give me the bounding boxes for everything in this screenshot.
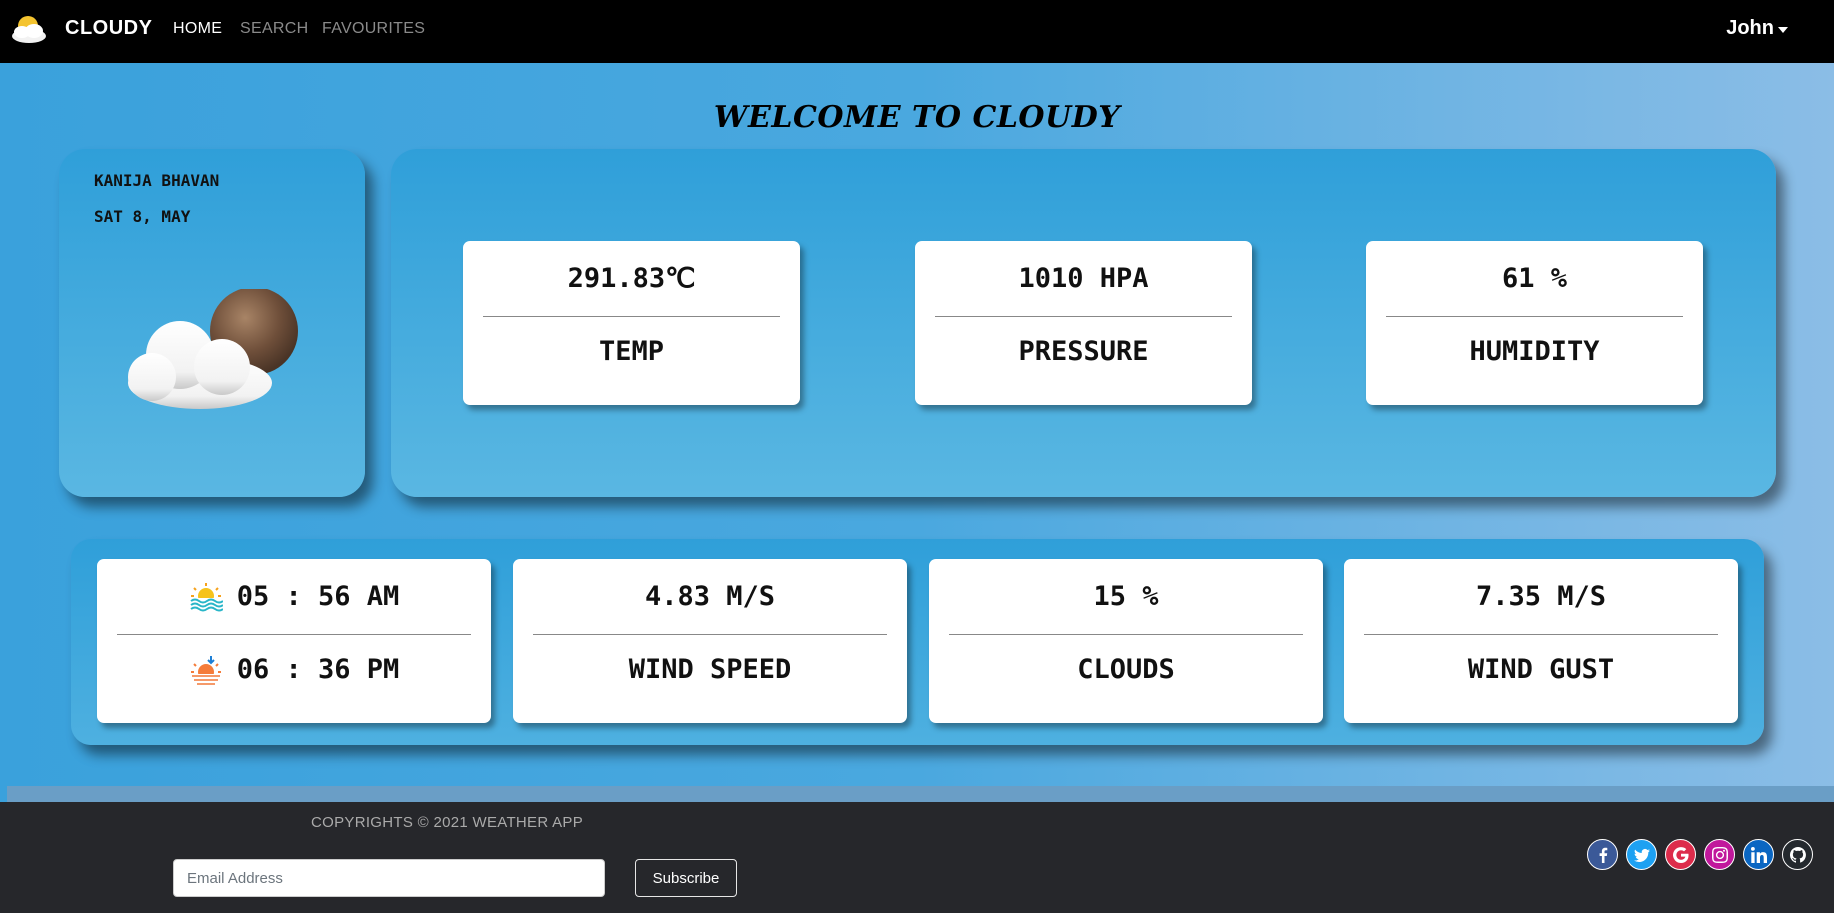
user-name: John (1726, 17, 1774, 39)
sunset-time: 06 : 36 PM (236, 654, 400, 685)
copyright-text: COPYRIGHTS © 2021 WEATHER APP (311, 814, 584, 831)
cloudy-logo-icon[interactable] (10, 12, 48, 46)
twitter-icon[interactable] (1626, 839, 1657, 870)
instagram-icon[interactable] (1704, 839, 1735, 870)
humidity-card: 61 % HUMIDITY (1366, 241, 1703, 405)
linkedin-icon[interactable] (1743, 839, 1774, 870)
wind-speed-label: WIND SPEED (628, 654, 792, 685)
divider (483, 316, 780, 317)
divider (1364, 634, 1718, 635)
sunset-row: 06 : 36 PM (97, 654, 491, 685)
temp-value: 291.83℃ (567, 263, 696, 294)
wind-speed-card: 4.83 M/S WIND SPEED (513, 559, 907, 723)
wind-gust-value: 7.35 M/S (1475, 581, 1607, 612)
temp-card: 291.83℃ TEMP (463, 241, 800, 405)
wind-speed-value: 4.83 M/S (644, 581, 776, 612)
divider (533, 634, 887, 635)
nav-search[interactable]: SEARCH (240, 20, 308, 38)
humidity-value: 61 % (1501, 263, 1568, 294)
social-links (1587, 839, 1813, 870)
cloud-sun-icon (128, 289, 298, 409)
nav-favourites[interactable]: FAVOURITES (322, 20, 425, 38)
pressure-card: 1010 HPA PRESSURE (915, 241, 1252, 405)
temp-label: TEMP (598, 336, 665, 367)
sun-times-card: 05 : 56 AM 06 : 36 PM (97, 559, 491, 723)
github-icon[interactable] (1782, 839, 1813, 870)
wind-gust-label: WIND GUST (1467, 654, 1615, 685)
navbar: CLOUDY HOME SEARCH FAVOURITES John (0, 0, 1834, 63)
user-menu[interactable]: John (1726, 17, 1788, 40)
wind-gust-card: 7.35 M/S WIND GUST (1344, 559, 1738, 723)
sunrise-row: 05 : 56 AM (97, 581, 491, 612)
nav-home[interactable]: HOME (173, 20, 222, 38)
pressure-label: PRESSURE (1018, 336, 1149, 367)
pressure-value: 1010 HPA (1018, 263, 1149, 294)
subscribe-button[interactable]: Subscribe (635, 859, 737, 897)
location-card: KANIJA BHAVAN SAT 8, MAY (59, 149, 365, 497)
sunrise-icon (188, 582, 223, 612)
chevron-down-icon (1778, 27, 1788, 33)
clouds-value: 15 % (1093, 581, 1159, 612)
divider (935, 316, 1232, 317)
location-name: KANIJA BHAVAN (94, 171, 220, 190)
facebook-icon[interactable] (1587, 839, 1618, 870)
footer-divider (7, 786, 1834, 802)
current-stats-panel: 291.83℃ TEMP 1010 HPA PRESSURE 61 % HUMI… (391, 149, 1776, 497)
divider (1386, 316, 1683, 317)
footer: COPYRIGHTS © 2021 WEATHER APP Subscribe (0, 802, 1834, 913)
divider (117, 634, 471, 635)
location-date: SAT 8, MAY (94, 207, 191, 226)
welcome-heading: WELCOME TO CLOUDY (713, 100, 1121, 135)
brand-name[interactable]: CLOUDY (65, 17, 152, 40)
sunrise-time: 05 : 56 AM (236, 581, 400, 612)
google-icon[interactable] (1665, 839, 1696, 870)
humidity-label: HUMIDITY (1469, 336, 1600, 367)
details-panel: 05 : 56 AM 06 : 36 PM 4.83 M/S WIND SPEE… (71, 539, 1764, 745)
divider (949, 634, 1303, 635)
clouds-label: CLOUDS (1077, 654, 1175, 685)
email-input[interactable] (173, 859, 605, 897)
sunset-icon (188, 655, 223, 685)
clouds-card: 15 % CLOUDS (929, 559, 1323, 723)
